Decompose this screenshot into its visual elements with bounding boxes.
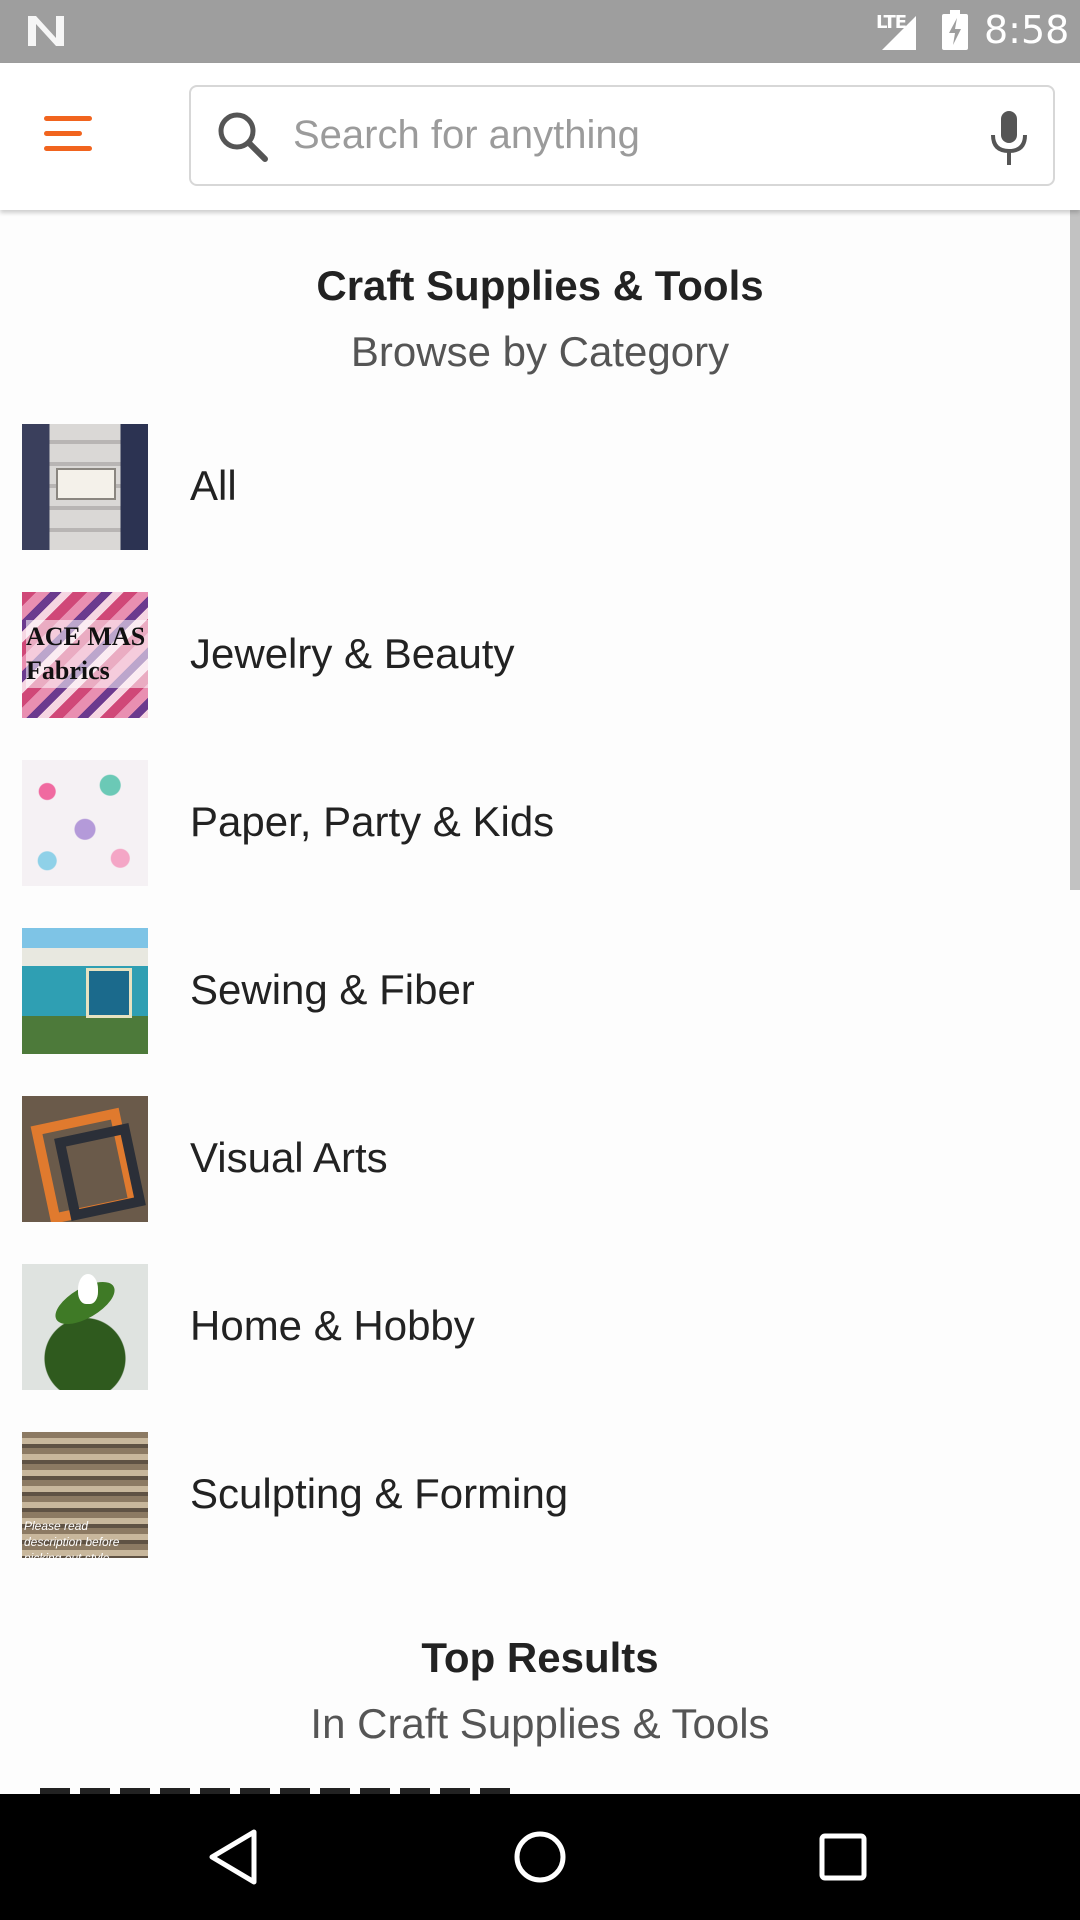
page-subtitle: Browse by Category bbox=[350, 328, 730, 375]
microphone-icon[interactable] bbox=[989, 111, 1029, 165]
category-item-paper-party-kids[interactable]: Paper, Party & Kids bbox=[0, 760, 1080, 928]
category-label: Jewelry & Beauty bbox=[190, 630, 515, 677]
category-item-all[interactable]: All bbox=[0, 424, 1080, 592]
clock: 8:58 bbox=[984, 8, 1070, 52]
app-bar bbox=[0, 63, 1080, 210]
category-label: Sewing & Fiber bbox=[190, 966, 475, 1013]
category-label: Home & Hobby bbox=[190, 1302, 475, 1349]
category-item-home-hobby[interactable]: Home & Hobby bbox=[0, 1264, 1080, 1432]
category-thumbnail bbox=[22, 1096, 148, 1222]
top-results-title: Top Results bbox=[421, 1634, 659, 1681]
category-label: Sculpting & Forming bbox=[190, 1470, 569, 1517]
status-bar: LTE 8:58 bbox=[0, 0, 1080, 63]
thumbnail-text: Please read description before picking o… bbox=[24, 1519, 120, 1558]
search-bar[interactable] bbox=[189, 85, 1055, 186]
menu-line bbox=[44, 146, 92, 151]
recents-square-icon[interactable] bbox=[812, 1826, 874, 1888]
category-thumbnail bbox=[22, 760, 148, 886]
system-navigation-bar bbox=[0, 1794, 1080, 1920]
category-label: Paper, Party & Kids bbox=[190, 798, 555, 845]
signal-strength-icon bbox=[882, 16, 916, 50]
thumbnail-text: ACE MAS Fabrics bbox=[26, 620, 148, 688]
category-item-sculpting-forming[interactable]: Please read description before picking o… bbox=[0, 1432, 1080, 1600]
category-label: All bbox=[190, 462, 237, 509]
category-thumbnail bbox=[22, 424, 148, 550]
battery-charging-icon bbox=[942, 10, 968, 50]
home-circle-icon[interactable] bbox=[509, 1826, 571, 1888]
category-item-sewing-fiber[interactable]: Sewing & Fiber bbox=[0, 928, 1080, 1096]
category-thumbnail: Please read description before picking o… bbox=[22, 1432, 148, 1558]
page-title: Craft Supplies & Tools bbox=[316, 262, 764, 309]
category-browser[interactable]: Craft Supplies & Tools Browse by Categor… bbox=[0, 210, 1080, 1794]
category-thumbnail bbox=[22, 928, 148, 1054]
category-list: All ACE MAS Fabrics Jewelry & Beauty Pap… bbox=[0, 424, 1080, 1600]
menu-line bbox=[44, 116, 92, 121]
category-item-visual-arts[interactable]: Visual Arts bbox=[0, 1096, 1080, 1264]
category-item-jewelry-beauty[interactable]: ACE MAS Fabrics Jewelry & Beauty bbox=[0, 592, 1080, 760]
search-icon bbox=[218, 112, 268, 162]
notification-n-icon bbox=[28, 16, 64, 46]
hamburger-menu-icon[interactable] bbox=[44, 111, 96, 155]
category-label: Visual Arts bbox=[190, 1134, 388, 1181]
category-thumbnail: ACE MAS Fabrics bbox=[22, 592, 148, 718]
menu-line bbox=[44, 131, 82, 136]
back-triangle-icon[interactable] bbox=[204, 1826, 266, 1888]
category-thumbnail bbox=[22, 1264, 148, 1390]
search-input[interactable] bbox=[293, 105, 933, 165]
top-results-subtitle: In Craft Supplies & Tools bbox=[310, 1700, 770, 1747]
